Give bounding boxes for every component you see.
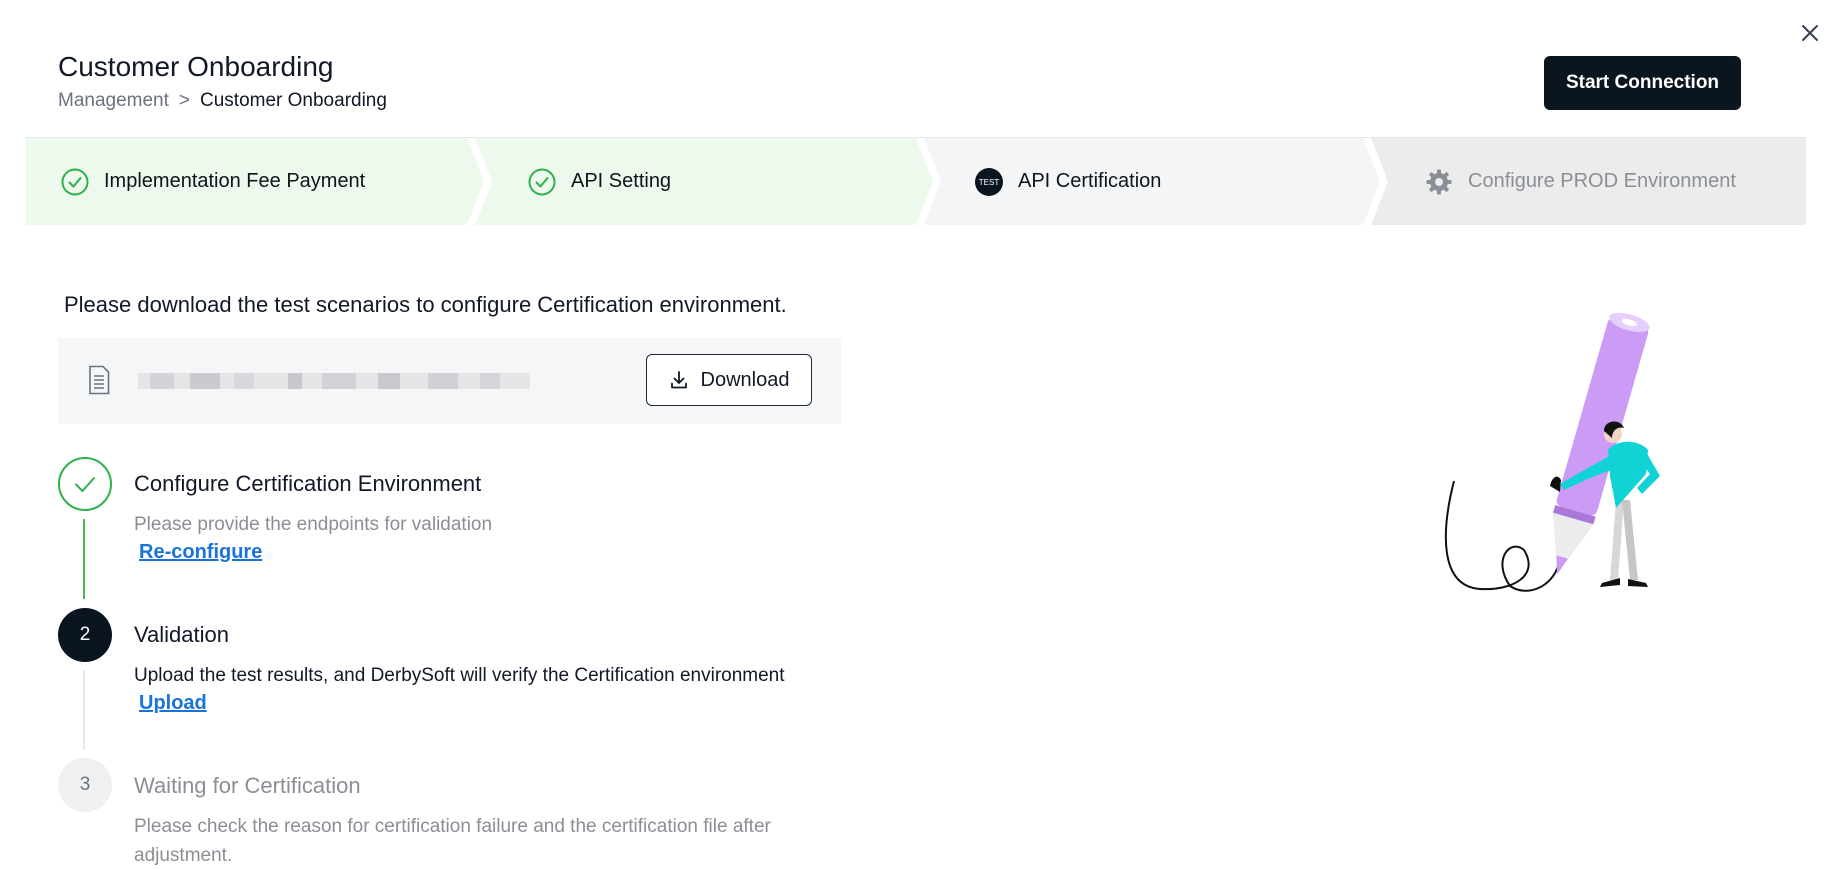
gear-icon <box>1426 169 1452 194</box>
breadcrumb: Management > Customer Onboarding <box>58 89 387 113</box>
reconfigure-link[interactable]: Re-configure <box>139 541 262 564</box>
upload-link[interactable]: Upload <box>139 692 207 715</box>
check-circle-icon <box>61 168 89 195</box>
substep-2-description: Upload the test results, and DerbySoft w… <box>134 665 785 686</box>
substep-3-description: Please check the reason for certificatio… <box>134 816 771 866</box>
step-api-certification[interactable]: TEST API Certification <box>975 138 1161 225</box>
step-implementation-fee-payment[interactable]: Implementation Fee Payment <box>61 138 365 225</box>
breadcrumb-management[interactable]: Management <box>58 90 169 111</box>
progress-stepper: Implementation Fee Payment API Setting T… <box>26 138 1806 225</box>
file-name-redacted <box>138 373 530 389</box>
test-badge-icon: TEST <box>975 167 1003 196</box>
document-icon <box>89 365 110 395</box>
breadcrumb-separator: > <box>178 90 191 111</box>
substep-3-title: Waiting for Certification <box>134 773 361 798</box>
download-label: Download <box>700 368 790 391</box>
test-badge-text: TEST <box>979 178 1000 187</box>
substep-1-check-marker <box>58 457 112 511</box>
page-title: Customer Onboarding <box>58 51 334 82</box>
step-api-setting[interactable]: API Setting <box>528 138 671 225</box>
start-connection-button[interactable]: Start Connection <box>1544 56 1741 110</box>
check-icon <box>75 477 95 492</box>
instruction-text: Please download the test scenarios to co… <box>64 292 787 317</box>
step-label: API Certification <box>1018 170 1162 192</box>
step-label: API Setting <box>571 170 672 192</box>
step-label: Configure PROD Environment <box>1468 170 1736 192</box>
substep-2-title: Validation <box>134 622 229 647</box>
breadcrumb-current: Customer Onboarding <box>200 90 387 111</box>
substep-3-marker: 3 <box>58 758 112 812</box>
check-circle-icon <box>528 168 556 195</box>
download-button[interactable]: Download <box>646 354 812 406</box>
substep-1-title: Configure Certification Environment <box>134 471 482 496</box>
substep-1-description: Please provide the endpoints for validat… <box>134 514 493 535</box>
pencil-person-illustration <box>1444 312 1660 592</box>
substep-2-marker: 2 <box>58 608 112 662</box>
step-label: Implementation Fee Payment <box>104 170 366 192</box>
timeline-connector <box>83 519 85 599</box>
download-icon <box>670 371 687 389</box>
timeline-connector <box>83 670 85 750</box>
step-configure-prod-environment[interactable]: Configure PROD Environment <box>1425 138 1736 225</box>
file-download-box: Download <box>58 338 841 424</box>
close-icon[interactable] <box>1799 22 1821 44</box>
